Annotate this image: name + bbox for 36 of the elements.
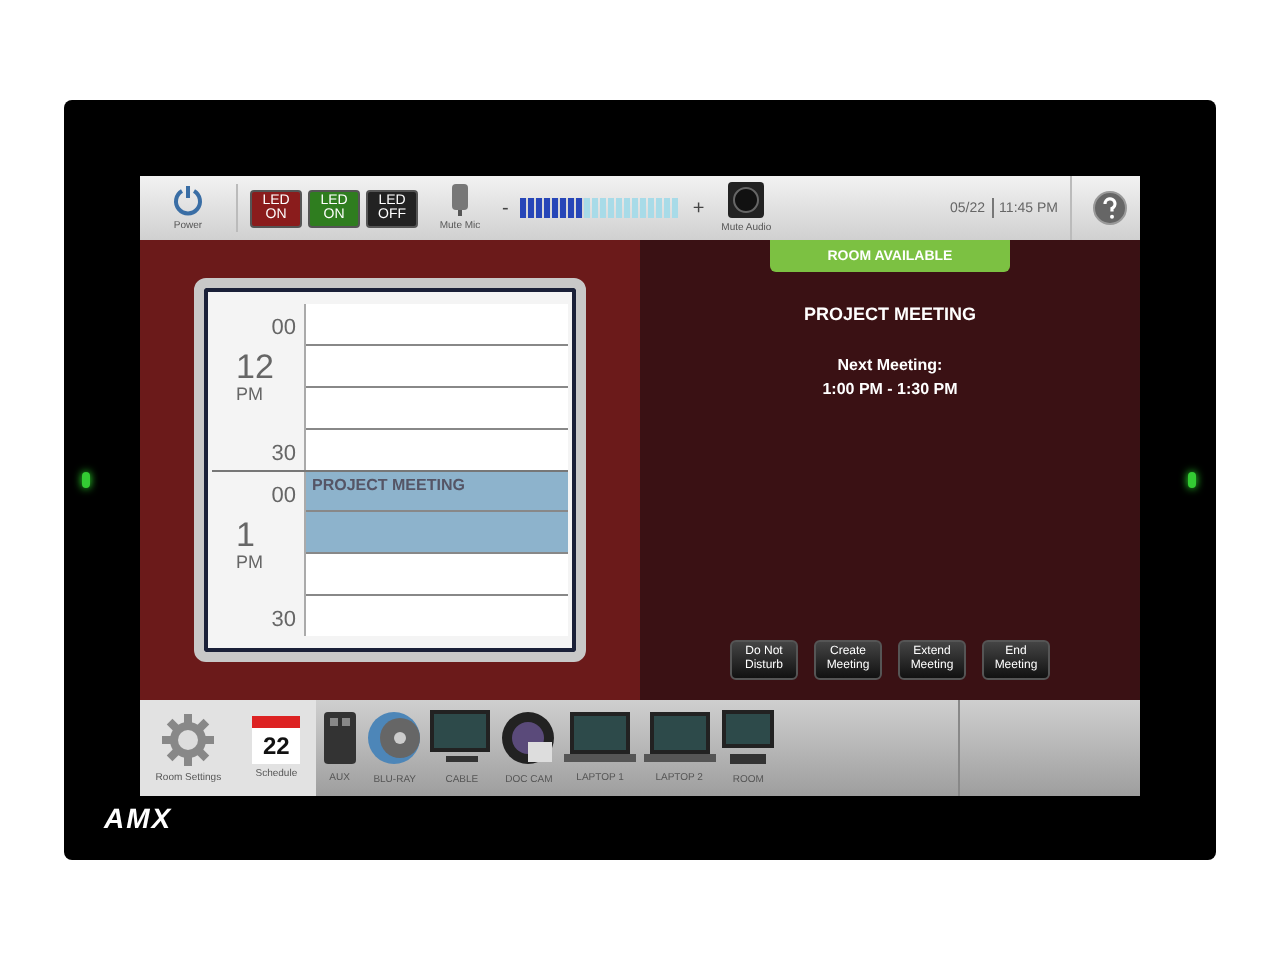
disc-icon — [366, 710, 423, 766]
next-meeting-time: 1:00 PM - 1:30 PM — [822, 380, 958, 398]
brand-logo: AMX — [104, 802, 173, 834]
volume-down-button[interactable]: - — [502, 197, 509, 219]
calendar-icon: 22 — [252, 716, 301, 764]
time-slot[interactable] — [306, 385, 568, 428]
volume-up-button[interactable]: + — [692, 197, 705, 219]
tv-icon — [429, 710, 494, 766]
ampm-label: PM — [236, 384, 263, 404]
speaker-icon — [728, 182, 765, 218]
microphone-icon — [450, 184, 470, 216]
minute-label: 00 — [271, 483, 296, 507]
status-light — [1188, 472, 1196, 488]
minute-label: 00 — [271, 316, 296, 340]
gear-icon — [160, 712, 217, 768]
hour-label: 1 — [236, 515, 255, 555]
time-slot[interactable]: PROJECT MEETING — [306, 471, 568, 511]
next-meeting-label: Next Meeting: — [837, 356, 943, 374]
laptop-icon — [643, 712, 716, 764]
help-icon — [1092, 190, 1128, 226]
usb-stick-icon — [319, 712, 360, 764]
power-icon — [172, 184, 204, 216]
ampm-label: PM — [236, 551, 263, 571]
minute-label: 30 — [271, 608, 296, 632]
volume-track[interactable] — [520, 198, 681, 218]
camera-icon — [500, 710, 557, 766]
laptop-icon — [564, 712, 637, 764]
meeting-title: PROJECT MEETING — [803, 304, 976, 324]
hour-label: 12 — [236, 348, 274, 387]
status-light — [82, 472, 90, 488]
time-slot[interactable] — [306, 594, 568, 636]
monitor-icon — [722, 710, 775, 766]
time-slot[interactable] — [306, 552, 568, 595]
minute-label: 30 — [271, 441, 296, 465]
time-slot[interactable] — [306, 427, 568, 469]
time-slot[interactable] — [306, 343, 568, 386]
